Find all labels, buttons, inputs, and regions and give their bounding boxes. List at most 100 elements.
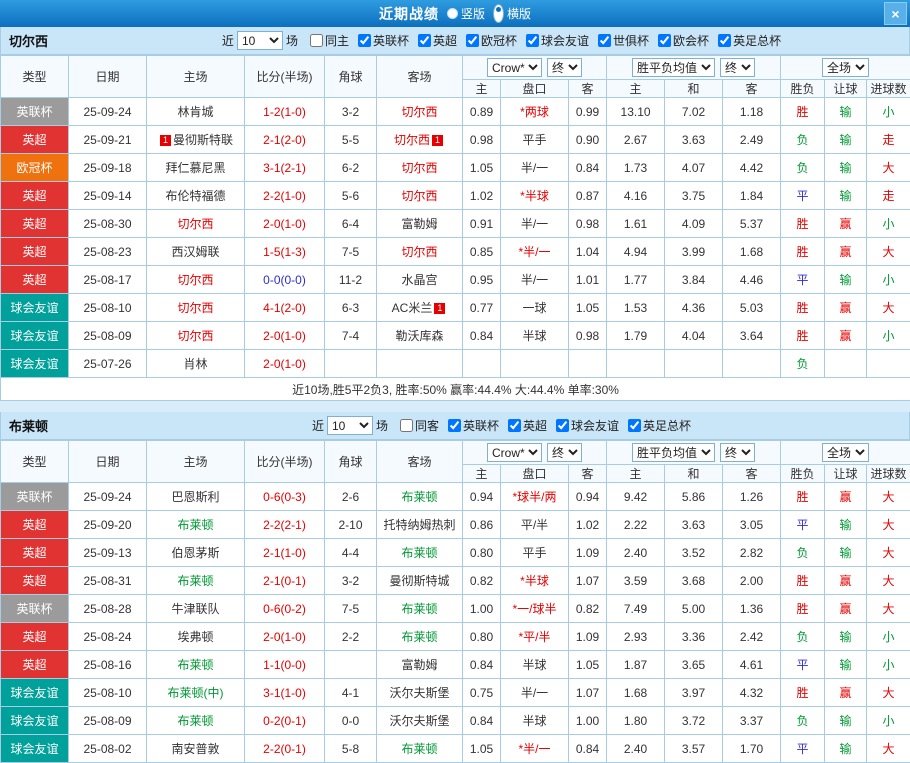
avg-home-cell: 2.40 — [607, 539, 665, 567]
score-cell: 4-1(2-0) — [245, 294, 325, 322]
corner-cell — [325, 350, 377, 378]
result-cell: 胜 — [781, 294, 825, 322]
away-team-cell: 切尔西 — [377, 182, 463, 210]
avg-away-cell: 2.49 — [723, 126, 781, 154]
goals-result-cell: 大 — [867, 567, 910, 595]
close-button[interactable]: × — [884, 2, 907, 25]
away-team-name: 切尔西 — [394, 133, 430, 147]
avg-home-cell: 1.68 — [607, 679, 665, 707]
home-team-name: 切尔西 — [177, 301, 213, 315]
avg-time-select[interactable]: 终 — [720, 58, 755, 77]
league-filter-5[interactable]: 欧会杯 — [658, 32, 709, 49]
avg-away-cell: 1.84 — [723, 182, 781, 210]
avg-draw-cell: 3.68 — [665, 567, 723, 595]
venue-filter[interactable]: 同客 — [400, 417, 439, 434]
odds-away-cell: 0.87 — [569, 182, 607, 210]
league-filter-2[interactable]: 球会友谊 — [556, 417, 619, 434]
scope-select[interactable]: 全场 — [822, 58, 869, 77]
sub-column-header: 让球 — [825, 80, 867, 98]
league-filter-6-checkbox[interactable] — [718, 34, 731, 47]
avg-home-cell: 13.10 — [607, 98, 665, 126]
home-team-cell: 切尔西 — [147, 210, 245, 238]
home-team-cell: 牛津联队 — [147, 595, 245, 623]
score-cell: 0-6(0-3) — [245, 483, 325, 511]
league-filter-5-checkbox[interactable] — [658, 34, 671, 47]
league-filter-0[interactable]: 英联杯 — [358, 32, 409, 49]
league-filter-1[interactable]: 英超 — [508, 417, 547, 434]
venue-filter-label: 同客 — [415, 417, 439, 434]
avg-draw-cell: 7.02 — [665, 98, 723, 126]
avg-draw-cell: 3.72 — [665, 707, 723, 735]
away-team-cell — [377, 350, 463, 378]
home-team-cell: 1曼彻斯特联 — [147, 126, 245, 154]
home-team-name: 肖林 — [183, 357, 207, 371]
odds-company-select[interactable]: Crow* — [487, 58, 542, 77]
league-filter-0-checkbox[interactable] — [448, 419, 461, 432]
handicap-result-cell: 输 — [825, 98, 867, 126]
handicap-cell: 半/一 — [501, 679, 569, 707]
league-filter-3[interactable]: 英足总杯 — [628, 417, 691, 434]
match-date: 25-07-26 — [69, 350, 147, 378]
red-card-badge: 1 — [432, 135, 443, 146]
league-filter-3-checkbox[interactable] — [526, 34, 539, 47]
corner-cell: 6-2 — [325, 154, 377, 182]
recent-count-select[interactable]: 10 — [327, 416, 373, 435]
venue-filter-checkbox[interactable] — [400, 419, 413, 432]
result-cell: 胜 — [781, 322, 825, 350]
league-filter-0[interactable]: 英联杯 — [448, 417, 499, 434]
match-date: 25-08-10 — [69, 294, 147, 322]
league-filter-6[interactable]: 英足总杯 — [718, 32, 781, 49]
league-filter-3-checkbox[interactable] — [628, 419, 641, 432]
avg-draw-cell: 3.97 — [665, 679, 723, 707]
avg-draw-cell: 3.84 — [665, 266, 723, 294]
league-filter-1-checkbox[interactable] — [418, 34, 431, 47]
away-team-name: 切尔西 — [401, 161, 437, 175]
away-team-name: 勒沃库森 — [395, 329, 443, 343]
match-date: 25-08-28 — [69, 595, 147, 623]
corner-cell: 6-4 — [325, 210, 377, 238]
avg-away-cell: 2.82 — [723, 539, 781, 567]
handicap-cell: *平/半 — [501, 623, 569, 651]
avg-draw-cell: 4.04 — [665, 322, 723, 350]
league-filter-4-checkbox[interactable] — [598, 34, 611, 47]
league-filter-2-checkbox[interactable] — [556, 419, 569, 432]
league-filter-3[interactable]: 球会友谊 — [526, 32, 589, 49]
venue-filter[interactable]: 同主 — [310, 32, 349, 49]
sub-column-header: 主 — [463, 80, 501, 98]
goals-result-cell: 小 — [867, 623, 910, 651]
layout-option-horizontal[interactable]: 横版 — [493, 4, 531, 23]
away-team-cell: 水晶宫 — [377, 266, 463, 294]
match-date: 25-08-02 — [69, 735, 147, 763]
recent-suffix-label: 场 — [376, 417, 388, 434]
odds-time-select[interactable]: 终 — [547, 58, 582, 77]
layout-option-vertical[interactable]: 竖版 — [447, 5, 485, 22]
league-filter-2[interactable]: 欧冠杯 — [466, 32, 517, 49]
odds-home-cell: 0.98 — [463, 126, 501, 154]
odds-time-select[interactable]: 终 — [547, 443, 582, 462]
score-cell: 0-0(0-0) — [245, 266, 325, 294]
league-filter-1-checkbox[interactable] — [508, 419, 521, 432]
avg-type-select[interactable]: 胜平负均值 — [632, 58, 715, 77]
result-cell: 胜 — [781, 98, 825, 126]
avg-time-select[interactable]: 终 — [720, 443, 755, 462]
match-date: 25-08-09 — [69, 707, 147, 735]
result-cell: 胜 — [781, 238, 825, 266]
league-filter-1[interactable]: 英超 — [418, 32, 457, 49]
recent-count-select[interactable]: 10 — [237, 31, 283, 50]
league-filter-2-checkbox[interactable] — [466, 34, 479, 47]
handicap-result-cell — [825, 350, 867, 378]
score-cell: 2-0(1-0) — [245, 350, 325, 378]
avg-away-cell: 3.05 — [723, 511, 781, 539]
home-team-name: 布莱顿 — [177, 658, 213, 672]
goals-result-cell: 小 — [867, 651, 910, 679]
league-filter-2-label: 球会友谊 — [571, 417, 619, 434]
column-header: 主场 — [147, 56, 245, 98]
avg-type-select[interactable]: 胜平负均值 — [632, 443, 715, 462]
league-filter-4[interactable]: 世俱杯 — [598, 32, 649, 49]
odds-company-select[interactable]: Crow* — [487, 443, 542, 462]
league-filter-0-checkbox[interactable] — [358, 34, 371, 47]
scope-select[interactable]: 全场 — [822, 443, 869, 462]
match-row: 英超25-08-24埃弗顿2-0(1-0)2-2布莱顿0.80*平/半1.092… — [1, 623, 910, 651]
corner-cell: 4-1 — [325, 679, 377, 707]
venue-filter-checkbox[interactable] — [310, 34, 323, 47]
